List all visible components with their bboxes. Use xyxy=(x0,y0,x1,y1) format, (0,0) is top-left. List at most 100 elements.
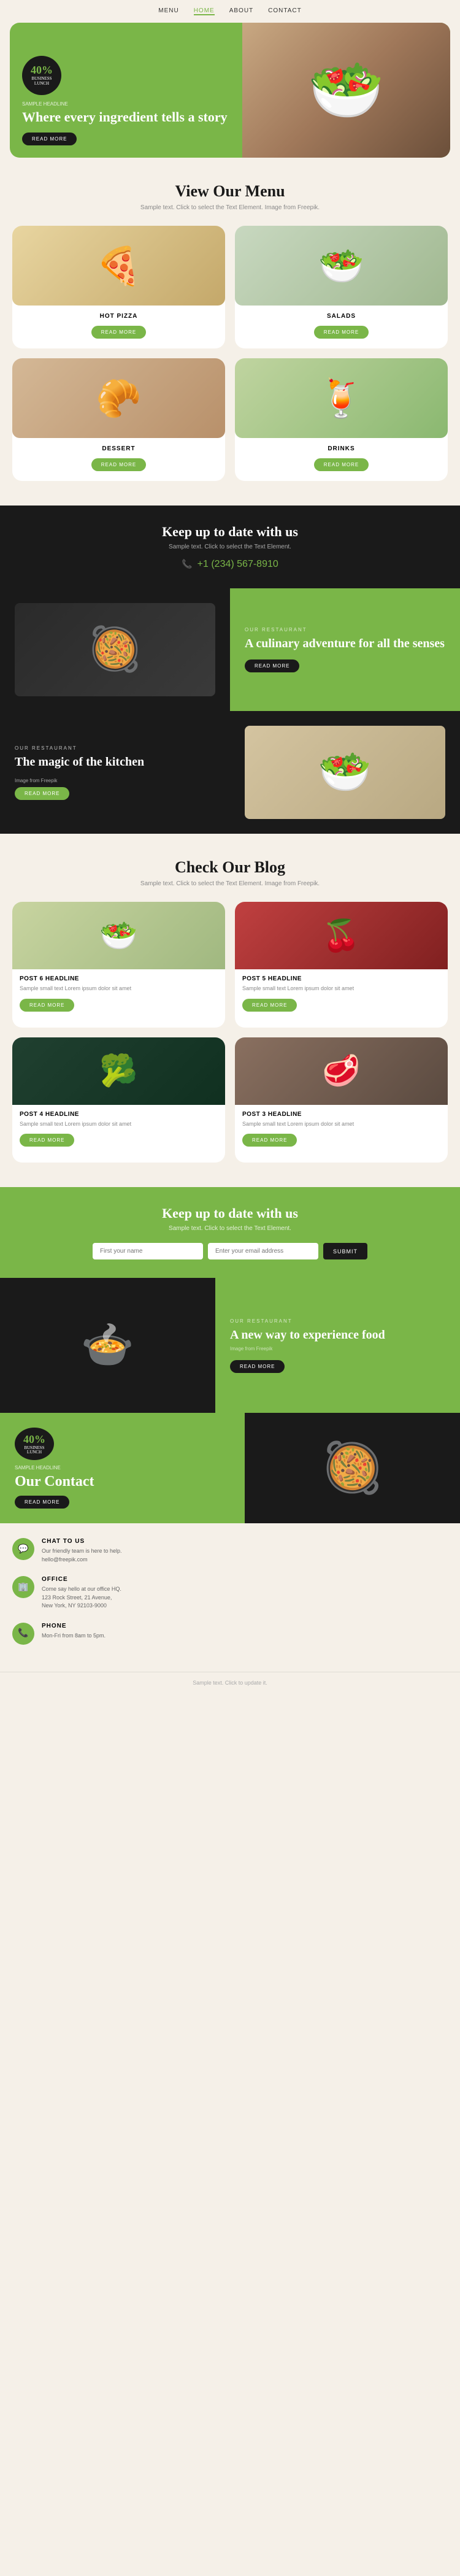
menu-dessert-cta[interactable]: READ MORE xyxy=(91,458,146,471)
contact-right-image: 🥘 xyxy=(245,1413,460,1523)
contact-row-office: 🏢 OFFICE Come say hello at our office HQ… xyxy=(12,1576,448,1610)
hero-badge-percent: 40% xyxy=(31,64,53,77)
bottom-feature-cta-button[interactable]: READ MORE xyxy=(230,1360,285,1373)
feature2-cta-button[interactable]: READ MORE xyxy=(15,787,69,800)
nav-menu[interactable]: MENU xyxy=(158,7,178,15)
blog-post-4: 🥦 POST 4 HEADLINE Sample small text Lore… xyxy=(12,1037,225,1163)
nav-home[interactable]: HOME xyxy=(194,7,215,15)
nav-about[interactable]: ABOUT xyxy=(229,7,253,15)
blog-post3-image: 🥩 xyxy=(235,1037,448,1105)
office-icon: 🏢 xyxy=(18,1582,28,1593)
newsletter-section: Keep up to date with us Sample text. Cli… xyxy=(0,1187,460,1278)
bottom-food-emoji: 🍲 xyxy=(81,1320,134,1371)
feature2-text-side: OUR RESTAURANT The magic of the kitchen … xyxy=(0,711,230,834)
newsletter-email-input[interactable] xyxy=(208,1243,318,1259)
hero-cta-button[interactable]: READ MORE xyxy=(22,133,77,145)
feature1-image-side: 🥘 xyxy=(0,588,230,711)
menu-card-dessert: 🥐 DESSERT READ MORE xyxy=(12,358,225,481)
bottom-feature-title: A new way to experience food xyxy=(230,1328,445,1342)
hero-food-emoji: 🥗 xyxy=(308,55,385,126)
blog-post4-cta[interactable]: READ MORE xyxy=(20,1134,74,1147)
nav-contact[interactable]: CONTACT xyxy=(268,7,302,15)
menu-subtitle: Sample text. Click to select the Text El… xyxy=(12,204,448,211)
menu-pizza-image: 🍕 xyxy=(12,226,225,306)
blog-post-3: 🥩 POST 3 HEADLINE Sample small text Lore… xyxy=(235,1037,448,1163)
feature1-title: A culinary adventure for all the senses xyxy=(245,636,445,651)
blog-post3-body: POST 3 HEADLINE Sample small text Lorem … xyxy=(235,1105,448,1153)
contact-food-emoji: 🥘 xyxy=(322,1439,383,1497)
contact-row-chat: 💬 CHAT TO US Our friendly team is here t… xyxy=(12,1538,448,1564)
phone-contact-icon: 📞 xyxy=(18,1628,28,1639)
blog-post4-text: Sample small text Lorem ipsum dolor sit … xyxy=(20,1120,218,1128)
blog-post5-body: POST 5 HEADLINE Sample small text Lorem … xyxy=(235,969,448,1018)
phone-number: +1 (234) 567-8910 xyxy=(197,559,278,570)
menu-section: View Our Menu Sample text. Click to sele… xyxy=(0,158,460,506)
menu-drinks-cta[interactable]: READ MORE xyxy=(314,458,369,471)
newsletter-subtitle: Sample text. Click to select the Text El… xyxy=(12,1225,448,1232)
hero-sample-headline: SAMPLE HEADLINE xyxy=(22,101,230,107)
blog-post5-text: Sample small text Lorem ipsum dolor sit … xyxy=(242,985,440,993)
hero-image: 🥗 xyxy=(242,23,450,158)
dessert-emoji: 🥐 xyxy=(12,358,225,438)
blog-post6-image: 🥗 xyxy=(12,902,225,969)
blog-post4-image: 🥦 xyxy=(12,1037,225,1105)
chat-icon: 💬 xyxy=(18,1544,28,1555)
footer-text: Sample text. Click to update it. xyxy=(193,1680,267,1686)
newsletter-submit-button[interactable]: SUBMIT xyxy=(323,1243,367,1259)
contact-cta-button[interactable]: READ MORE xyxy=(15,1496,69,1509)
contact-sample-headline: SAMPLE HEADLINE xyxy=(15,1465,230,1471)
salads-emoji: 🥗 xyxy=(235,226,448,306)
blog-post4-body: POST 4 HEADLINE Sample small text Lorem … xyxy=(12,1105,225,1153)
bottom-feature-image: 🍲 xyxy=(0,1278,215,1413)
contact-phone-label: PHONE xyxy=(42,1623,105,1629)
bottom-feature-img-note: Image from Freepik xyxy=(230,1346,445,1351)
contact-row-phone: 📞 PHONE Mon-Fri from 8am to 5pm. xyxy=(12,1623,448,1645)
newsletter-name-input[interactable] xyxy=(93,1243,203,1259)
blog-post6-headline: POST 6 HEADLINE xyxy=(20,975,218,982)
blog-post6-body: POST 6 HEADLINE Sample small text Lorem … xyxy=(12,969,225,1018)
blog-post4-headline: POST 4 HEADLINE xyxy=(20,1111,218,1118)
blog-post6-text: Sample small text Lorem ipsum dolor sit … xyxy=(20,985,218,993)
contact-office-detail: Come say hello at our office HQ. 123 Roc… xyxy=(42,1585,121,1610)
hero-content: 40% BUSINESS LUNCH SAMPLE HEADLINE Where… xyxy=(10,23,242,158)
menu-salads-image: 🥗 xyxy=(235,226,448,306)
menu-card-drinks: 🍹 DRINKS READ MORE xyxy=(235,358,448,481)
contact-title: Our Contact xyxy=(15,1473,230,1491)
feature1-text-side: OUR RESTAURANT A culinary adventure for … xyxy=(230,588,460,711)
contact-badge-percent: 40% xyxy=(23,1433,45,1446)
menu-drinks-image: 🍹 xyxy=(235,358,448,438)
newsletter-form: SUBMIT xyxy=(12,1243,448,1259)
contact-info: 💬 CHAT TO US Our friendly team is here t… xyxy=(0,1523,460,1672)
menu-drinks-name: DRINKS xyxy=(328,445,355,452)
contact-office-text: OFFICE Come say hello at our office HQ. … xyxy=(42,1576,121,1610)
feature1-food-image: 🥘 xyxy=(15,603,215,696)
footer: Sample text. Click to update it. xyxy=(0,1672,460,1693)
blog-post5-cta[interactable]: READ MORE xyxy=(242,999,297,1012)
feature1-cta-button[interactable]: READ MORE xyxy=(245,659,299,672)
feature2-label: OUR RESTAURANT xyxy=(15,745,77,751)
hero-title: Where every ingredient tells a story xyxy=(22,109,230,125)
contact-badge-label: BUSINESS LUNCH xyxy=(24,1446,44,1455)
cta-bar-title: Keep up to date with us xyxy=(12,524,448,540)
bottom-feature-section: 🍲 OUR RESTAURANT A new way to experience… xyxy=(0,1278,460,1413)
menu-dessert-image: 🥐 xyxy=(12,358,225,438)
menu-pizza-name: HOT PIZZA xyxy=(100,313,138,320)
contact-section: 40% BUSINESS LUNCH SAMPLE HEADLINE Our C… xyxy=(0,1413,460,1672)
blog-post3-text: Sample small text Lorem ipsum dolor sit … xyxy=(242,1120,440,1128)
blog-post3-headline: POST 3 HEADLINE xyxy=(242,1111,440,1118)
newsletter-title: Keep up to date with us xyxy=(12,1205,448,1221)
contact-phone-text: PHONE Mon-Fri from 8am to 5pm. xyxy=(42,1623,105,1640)
feature2-image-side: 🥗 xyxy=(230,711,460,834)
menu-pizza-cta[interactable]: READ MORE xyxy=(91,326,146,339)
cta-bar-subtitle: Sample text. Click to select the Text El… xyxy=(12,544,448,550)
blog-post3-cta[interactable]: READ MORE xyxy=(242,1134,297,1147)
menu-salads-cta[interactable]: READ MORE xyxy=(314,326,369,339)
contact-office-label: OFFICE xyxy=(42,1576,121,1583)
hero-section: 40% BUSINESS LUNCH SAMPLE HEADLINE Where… xyxy=(10,23,450,158)
blog-grid: 🥗 POST 6 HEADLINE Sample small text Lore… xyxy=(12,902,448,1163)
feature-section-1: 🥘 OUR RESTAURANT A culinary adventure fo… xyxy=(0,588,460,711)
menu-grid: 🍕 HOT PIZZA READ MORE 🥗 SALADS READ MORE… xyxy=(12,226,448,481)
blog-post6-cta[interactable]: READ MORE xyxy=(20,999,74,1012)
hero-badge-label: BUSINESS LUNCH xyxy=(31,77,52,86)
blog-subtitle: Sample text. Click to select the Text El… xyxy=(12,880,448,887)
